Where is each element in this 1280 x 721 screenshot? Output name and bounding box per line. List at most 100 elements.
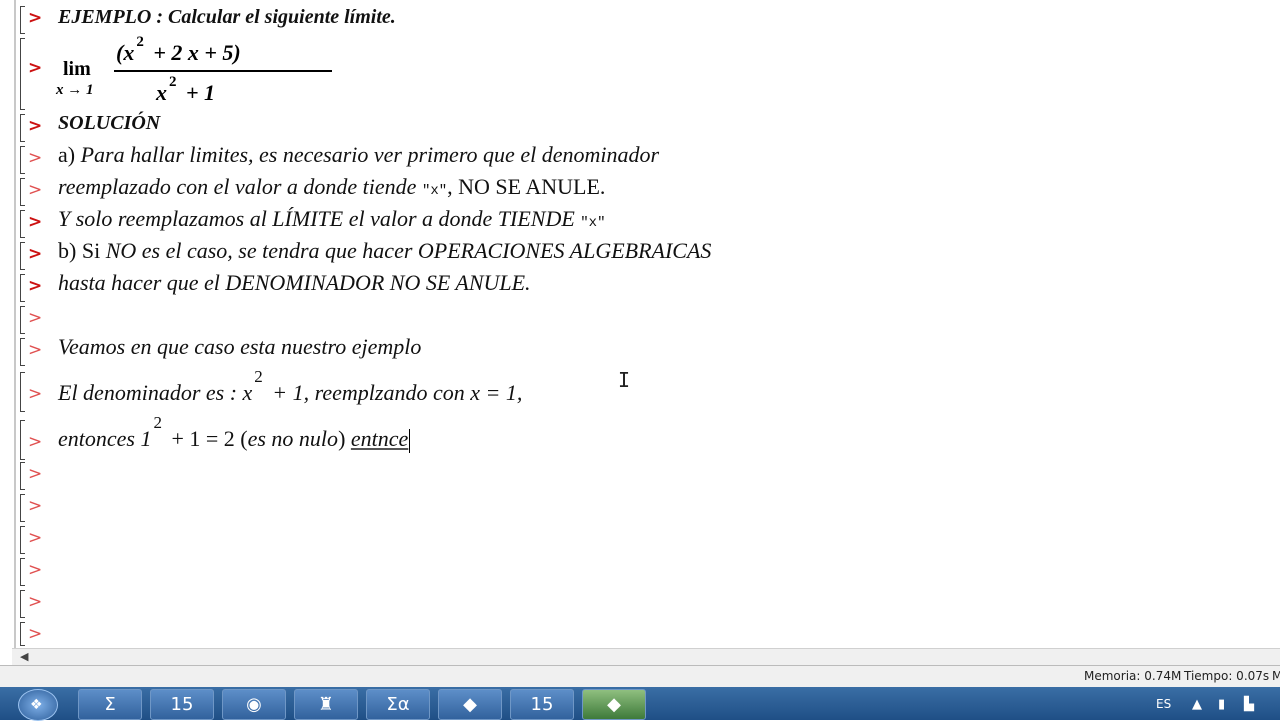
item-b-label: b) [58,238,77,263]
group-bracket[interactable] [20,590,25,618]
line-a2-upright: , NO SE ANULE. [447,174,606,199]
prompt-symbol[interactable]: > [28,58,42,78]
solucion-text: SOLUCIÓN [58,112,161,134]
prompt-symbol[interactable]: > [28,340,42,360]
maple-15-icon: 15 [530,694,554,715]
prompt-symbol[interactable]: > [28,148,42,168]
prompt-symbol[interactable]: > [28,560,42,580]
group-bracket[interactable] [20,338,25,366]
text-line-b[interactable]: b) Si NO es el caso, se tendra que hacer… [58,238,711,264]
text-line-a[interactable]: a) Para hallar limites, es necesario ver… [58,142,659,168]
example-label: EJEMPLO : [58,6,163,28]
group-bracket[interactable] [20,6,25,34]
group-bracket[interactable] [20,242,25,270]
prompt-symbol[interactable]: > [28,276,42,296]
text-caret [409,428,411,453]
start-button[interactable]: ❖ [18,689,58,721]
numerator-open: (x [116,40,135,65]
taskbar-app-7[interactable]: 15 [510,689,574,720]
prompt-symbol[interactable]: > [28,528,42,548]
typed-word[interactable]: entnce [351,426,408,451]
prompt-symbol[interactable]: > [28,8,42,28]
prompt-symbol[interactable]: > [28,384,42,404]
group-bracket[interactable] [20,494,25,522]
taskbar-app-5[interactable]: Σα [366,689,430,720]
text-line-denominador[interactable]: El denominador es : x2 + 1, reemplzando … [58,367,522,406]
x-string: "x" [580,215,606,231]
text-line-a2[interactable]: reemplazado con el valor a donde tiende … [58,174,605,200]
limit-expression[interactable]: lim x → 1 (x 2 + 2 x + 5) x2 + 1 [56,34,332,110]
network-icon[interactable]: ▙ [1244,697,1254,712]
prompt-symbol[interactable]: > [28,432,42,452]
group-bracket[interactable] [20,622,25,646]
maple-math-icon: Σα [386,694,410,715]
worksheet-left-border [14,0,16,648]
tray-expand-icon[interactable]: ▲ [1192,697,1202,712]
group-bracket[interactable] [20,210,25,238]
chrome-icon: ◉ [246,694,262,715]
group-bracket[interactable] [20,114,25,142]
portal-15-icon: 15 [170,694,194,715]
prompt-symbol[interactable]: > [28,464,42,484]
ent-exponent: 2 [153,413,162,432]
group-bracket[interactable] [20,274,25,302]
taskbar-app-2[interactable]: 15 [150,689,214,720]
item-a-label: a) [58,142,76,167]
text-line-y[interactable]: Y solo reemplazamos al LÍMITE el valor a… [58,206,606,232]
group-bracket[interactable] [20,526,25,554]
example-text: Calcular el siguiente límite. [168,6,396,28]
line-a-text: Para hallar limites, es necesario ver pr… [75,142,660,167]
solucion-heading[interactable]: SOLUCIÓN [58,112,160,135]
numerator-exponent: 2 [136,34,144,50]
prompt-symbol[interactable]: > [28,496,42,516]
maple-worksheet-icon: Σ [104,694,116,715]
language-indicator[interactable]: ES [1156,697,1171,711]
worksheet[interactable]: > EJEMPLO : Calcular el siguiente límite… [0,0,1280,648]
ent-close: ) [338,426,346,451]
si-word: Si [76,238,106,263]
group-bracket[interactable] [20,306,25,334]
group-bracket[interactable] [20,146,25,174]
taskbar-app-8[interactable]: ◆ [582,689,646,720]
denominator-base: x [156,80,167,105]
prompt-symbol[interactable]: > [28,116,42,136]
scroll-left-icon[interactable]: ◀ [20,650,28,663]
group-bracket[interactable] [20,372,25,412]
den-exponent: 2 [254,367,263,386]
text-line-veamos[interactable]: Veamos en que caso esta nuestro ejemplo [58,334,421,360]
horizontal-scrollbar[interactable]: ◀ [12,648,1280,665]
prompt-symbol[interactable]: > [28,180,42,200]
group-bracket[interactable] [20,420,25,460]
taskbar-app-4[interactable]: ♜ [294,689,358,720]
denominator-exponent: 2 [169,74,177,90]
den-text: El denominador es : x [58,380,253,405]
group-bracket[interactable] [20,462,25,490]
lim-subscript: x → 1 [56,82,94,98]
line-y-text: Y solo reemplazamos al LÍMITE el valor a… [58,206,581,231]
group-bracket[interactable] [20,558,25,586]
taskbar-app-3[interactable]: ◉ [222,689,286,720]
ent-text: entonces 1 [58,426,152,451]
prompt-symbol[interactable]: > [28,308,42,328]
taskbar-app-1[interactable]: Σ [78,689,142,720]
fraction-bar [114,70,332,72]
prompt-symbol[interactable]: > [28,212,42,232]
group-bracket[interactable] [20,38,25,110]
prompt-symbol[interactable]: > [28,244,42,264]
memory-status: Memoria: 0.74M [1084,669,1182,683]
text-line-entonces[interactable]: entonces 12 + 1 = 2 (es no nulo) entnce [58,413,411,453]
line-b-text: NO es el caso, se tendra que hacer OPERA… [105,238,712,263]
text-line-b2[interactable]: hasta hacer que el DENOMINADOR NO SE ANU… [58,270,531,296]
prompt-symbol[interactable]: > [28,592,42,612]
example-header[interactable]: EJEMPLO : Calcular el siguiente límite. [58,6,396,29]
taskbar-app-6[interactable]: ◆ [438,689,502,720]
minecraft-active-icon: ◆ [607,694,621,715]
x-string: "x" [421,183,448,199]
minecraft-grass-icon: ◆ [463,694,477,715]
windows-logo-icon: ❖ [30,697,43,713]
status-extra: M [1272,669,1280,683]
status-bar: Memoria: 0.74M Tiempo: 0.07s M [0,665,1280,688]
battery-icon[interactable]: ▮ [1218,697,1225,712]
group-bracket[interactable] [20,178,25,206]
prompt-symbol[interactable]: > [28,624,42,644]
